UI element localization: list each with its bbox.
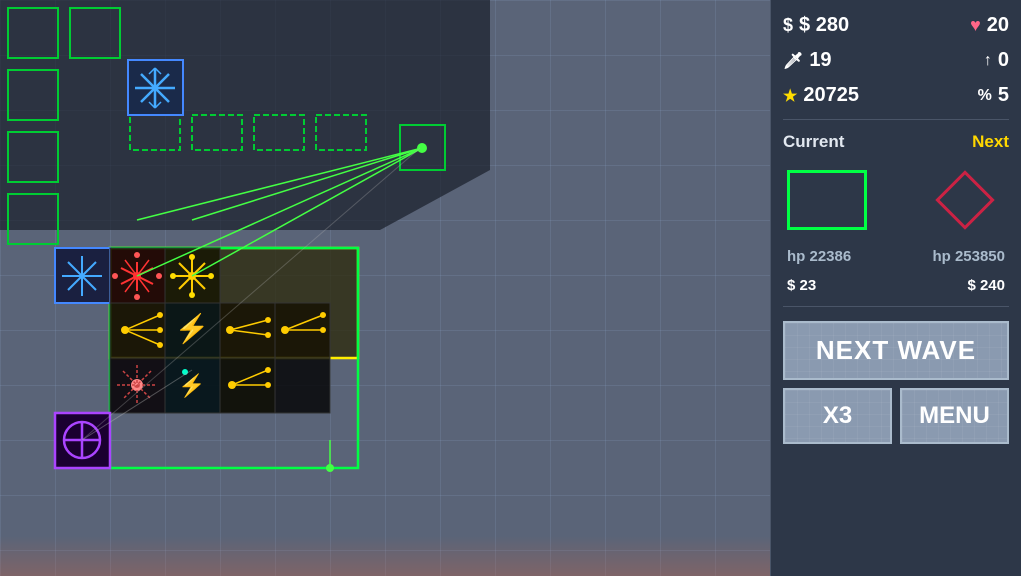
next-enemy-diamond bbox=[935, 170, 994, 229]
bottom-glow bbox=[0, 536, 770, 576]
hp-value: 20 bbox=[987, 14, 1009, 37]
star-stat: ★ 20725 bbox=[783, 84, 859, 107]
current-hp-value: 22386 bbox=[810, 248, 852, 265]
next-wave-button[interactable]: NEXT WAVE bbox=[783, 321, 1009, 380]
money-value: $ 280 bbox=[799, 14, 849, 37]
current-next-labels: Current Next bbox=[783, 130, 1009, 154]
current-cost-value: $ 23 bbox=[787, 277, 816, 294]
money-hp-row: $ $ 280 ♥ 20 bbox=[783, 12, 1009, 39]
next-hp-value: 253850 bbox=[955, 248, 1005, 265]
current-hp-text: hp 22386 bbox=[787, 248, 851, 265]
hp-row: hp 22386 hp 253850 bbox=[783, 246, 1009, 267]
star-value: 20725 bbox=[803, 84, 859, 107]
hp-stat: ♥ 20 bbox=[970, 14, 1009, 37]
game-area: ⚡ ⚡ bbox=[0, 0, 770, 576]
percent-stat: % 5 bbox=[978, 84, 1009, 107]
arrow-icon: ↑ bbox=[984, 52, 992, 70]
game-svg: ⚡ ⚡ bbox=[0, 0, 770, 576]
sword-value: 19 bbox=[809, 49, 831, 72]
cost-row: $ 23 $ 240 bbox=[783, 275, 1009, 296]
sidebar: $ $ 280 ♥ 20 🗡 19 ↑ 0 ★ 20725 % 5 Curren… bbox=[770, 0, 1021, 576]
percent-icon: % bbox=[978, 87, 992, 105]
next-enemy-box bbox=[925, 170, 1005, 230]
arrow-stat: ↑ 0 bbox=[984, 49, 1009, 72]
divider-1 bbox=[783, 119, 1009, 120]
star-icon: ★ bbox=[783, 86, 797, 106]
sword-stat: 🗡 19 bbox=[783, 49, 832, 72]
next-hp-text: hp 253850 bbox=[932, 248, 1005, 265]
divider-2 bbox=[783, 306, 1009, 307]
current-enemy-box bbox=[787, 170, 867, 230]
current-label: Current bbox=[783, 132, 844, 152]
percent-value: 5 bbox=[998, 84, 1009, 107]
arrow-value: 0 bbox=[998, 49, 1009, 72]
next-cost-value: $ 240 bbox=[967, 277, 1005, 294]
svg-text:⚡: ⚡ bbox=[175, 312, 210, 345]
svg-text:⚡: ⚡ bbox=[178, 373, 205, 399]
x3-button[interactable]: X3 bbox=[783, 388, 892, 444]
sword-icon: 🗡 bbox=[783, 51, 803, 71]
enemy-display bbox=[783, 162, 1009, 238]
dollar-icon: $ bbox=[783, 15, 793, 36]
star-percent-row: ★ 20725 % 5 bbox=[783, 82, 1009, 109]
heart-icon: ♥ bbox=[970, 15, 981, 36]
sword-arrow-row: 🗡 19 ↑ 0 bbox=[783, 47, 1009, 74]
bottom-buttons: X3 MENU bbox=[783, 388, 1009, 444]
next-label: Next bbox=[972, 132, 1009, 152]
money-stat: $ $ 280 bbox=[783, 14, 849, 37]
menu-button[interactable]: MENU bbox=[900, 388, 1009, 444]
